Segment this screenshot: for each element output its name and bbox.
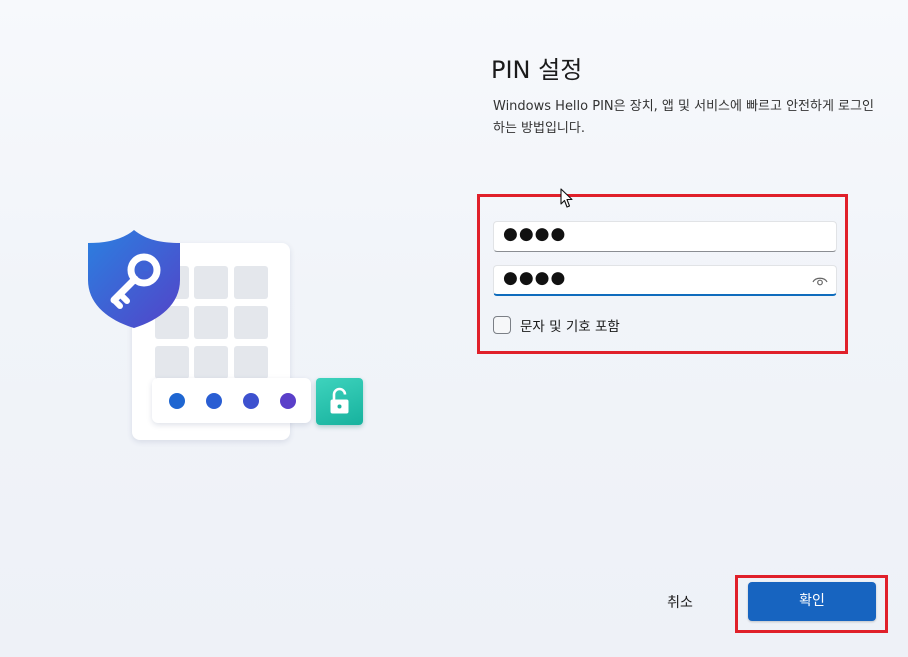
page-title: PIN 설정 <box>491 56 583 84</box>
cancel-button[interactable]: 취소 <box>648 588 712 618</box>
pin-dots-bar <box>152 378 311 423</box>
keypad-key <box>234 266 268 299</box>
keypad-key <box>194 346 228 379</box>
keypad-key <box>234 306 268 339</box>
unlock-icon <box>316 378 363 425</box>
pin-dot <box>206 393 222 409</box>
pin-dot <box>243 393 259 409</box>
keypad-key <box>194 266 228 299</box>
pin-illustration <box>84 228 374 448</box>
keypad-key <box>194 306 228 339</box>
ok-highlight-box <box>735 575 888 633</box>
mouse-cursor-icon <box>560 188 573 208</box>
shield-key-icon <box>86 228 182 330</box>
pin-dot <box>280 393 296 409</box>
keypad-key <box>155 346 189 379</box>
form-highlight-box <box>477 194 848 354</box>
keypad-key <box>234 346 268 379</box>
page-description: Windows Hello PIN은 장치, 앱 및 서비스에 빠르고 안전하게… <box>493 99 874 136</box>
pin-dot <box>169 393 185 409</box>
